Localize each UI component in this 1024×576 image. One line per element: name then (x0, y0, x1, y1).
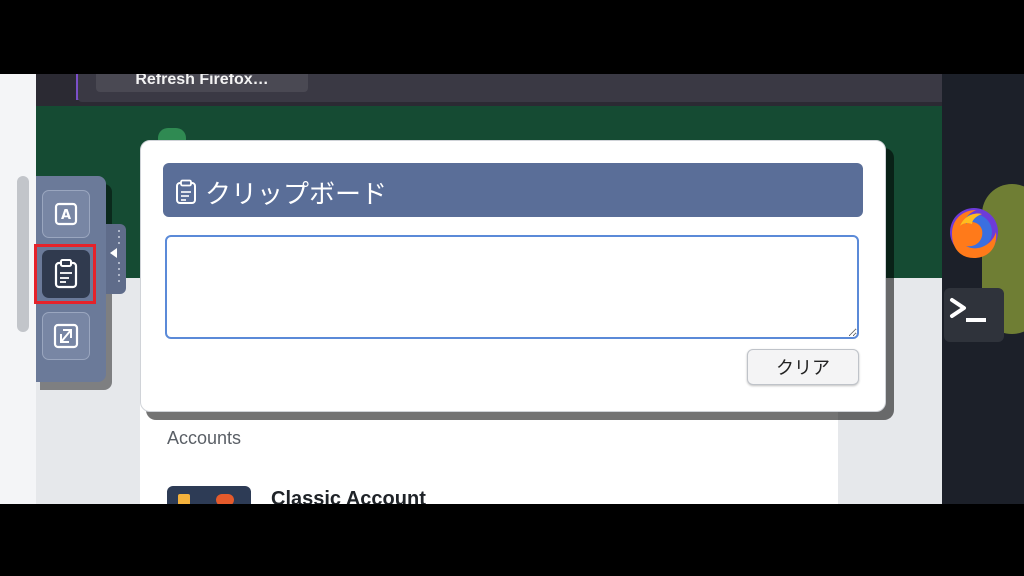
clipboard-dialog-title: クリップボード (205, 180, 388, 210)
clipboard-dialog: クリップボード クリア (140, 140, 886, 412)
handle-grip-dot (118, 236, 120, 238)
toolbar-collapse-handle[interactable] (106, 224, 126, 294)
left-scrollbar[interactable] (17, 176, 29, 332)
keyboard-button[interactable]: A (42, 190, 90, 238)
left-edge-strip (0, 74, 36, 504)
clipboard-button-highlight (34, 244, 96, 304)
expand-icon (53, 323, 79, 349)
refresh-firefox-button[interactable]: Refresh Firefox… (96, 74, 308, 92)
handle-grip-dot (118, 268, 120, 270)
card-chip-icon (178, 494, 190, 504)
clipboard-dialog-titlebar: クリップボード (163, 163, 863, 217)
handle-grip-dot (118, 280, 120, 282)
clipboard-textarea[interactable] (165, 235, 859, 339)
collapse-arrow-icon (110, 248, 117, 258)
svg-text:A: A (61, 208, 71, 223)
handle-grip-dot (118, 242, 120, 244)
handle-grip-dot (118, 230, 120, 232)
card-logo-icon (216, 494, 234, 504)
account-name[interactable]: Classic Account (271, 488, 426, 504)
terminal-icon[interactable] (944, 288, 1004, 342)
letter-a-key-icon: A (54, 202, 78, 226)
clipboard-icon (176, 179, 196, 204)
fullscreen-button[interactable] (42, 312, 90, 360)
clear-button[interactable]: クリア (747, 349, 859, 385)
handle-grip-dot (118, 274, 120, 276)
accounts-heading: Accounts (167, 428, 242, 448)
screen: Refresh Firefox… Accounts Classic Accoun… (0, 74, 1024, 504)
handle-grip-dot (118, 262, 120, 264)
firefox-icon[interactable] (946, 204, 1002, 260)
